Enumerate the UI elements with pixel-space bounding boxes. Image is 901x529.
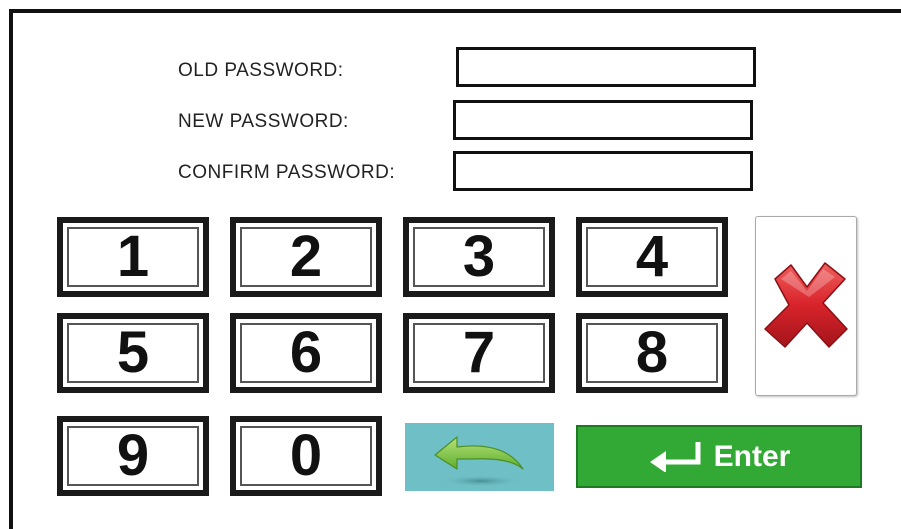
key-5-label: 5 — [116, 320, 150, 385]
key-7[interactable]: 7 — [403, 313, 555, 393]
back-button[interactable] — [405, 423, 554, 491]
key-2[interactable]: 2 — [230, 217, 382, 297]
old-password-input[interactable] — [456, 47, 756, 87]
key-8-label: 8 — [635, 320, 669, 385]
key-6-label: 6 — [289, 320, 323, 385]
key-3[interactable]: 3 — [403, 217, 555, 297]
key-1-label: 1 — [116, 224, 150, 289]
key-0-label: 0 — [289, 423, 323, 488]
enter-button[interactable]: Enter — [576, 425, 862, 488]
key-2-label: 2 — [289, 224, 323, 289]
key-5[interactable]: 5 — [57, 313, 209, 393]
enter-label: Enter — [713, 439, 791, 473]
confirm-password-label: CONFIRM PASSWORD: — [178, 162, 396, 183]
key-1[interactable]: 1 — [57, 217, 209, 297]
green-back-arrow-icon — [434, 436, 524, 487]
key-9[interactable]: 9 — [57, 416, 209, 496]
key-0[interactable]: 0 — [230, 416, 382, 496]
old-password-label: OLD PASSWORD: — [178, 60, 344, 81]
key-8[interactable]: 8 — [576, 313, 728, 393]
key-3-label: 3 — [462, 224, 496, 289]
red-x-icon — [764, 262, 848, 348]
return-arrow-icon — [649, 441, 701, 472]
new-password-label: NEW PASSWORD: — [178, 111, 349, 132]
key-6[interactable]: 6 — [230, 313, 382, 393]
key-4[interactable]: 4 — [576, 217, 728, 297]
key-7-label: 7 — [462, 320, 496, 385]
new-password-input[interactable] — [453, 100, 753, 140]
key-9-label: 9 — [116, 423, 150, 488]
key-4-label: 4 — [635, 224, 669, 289]
confirm-password-input[interactable] — [453, 151, 753, 191]
cancel-button[interactable] — [755, 216, 857, 396]
